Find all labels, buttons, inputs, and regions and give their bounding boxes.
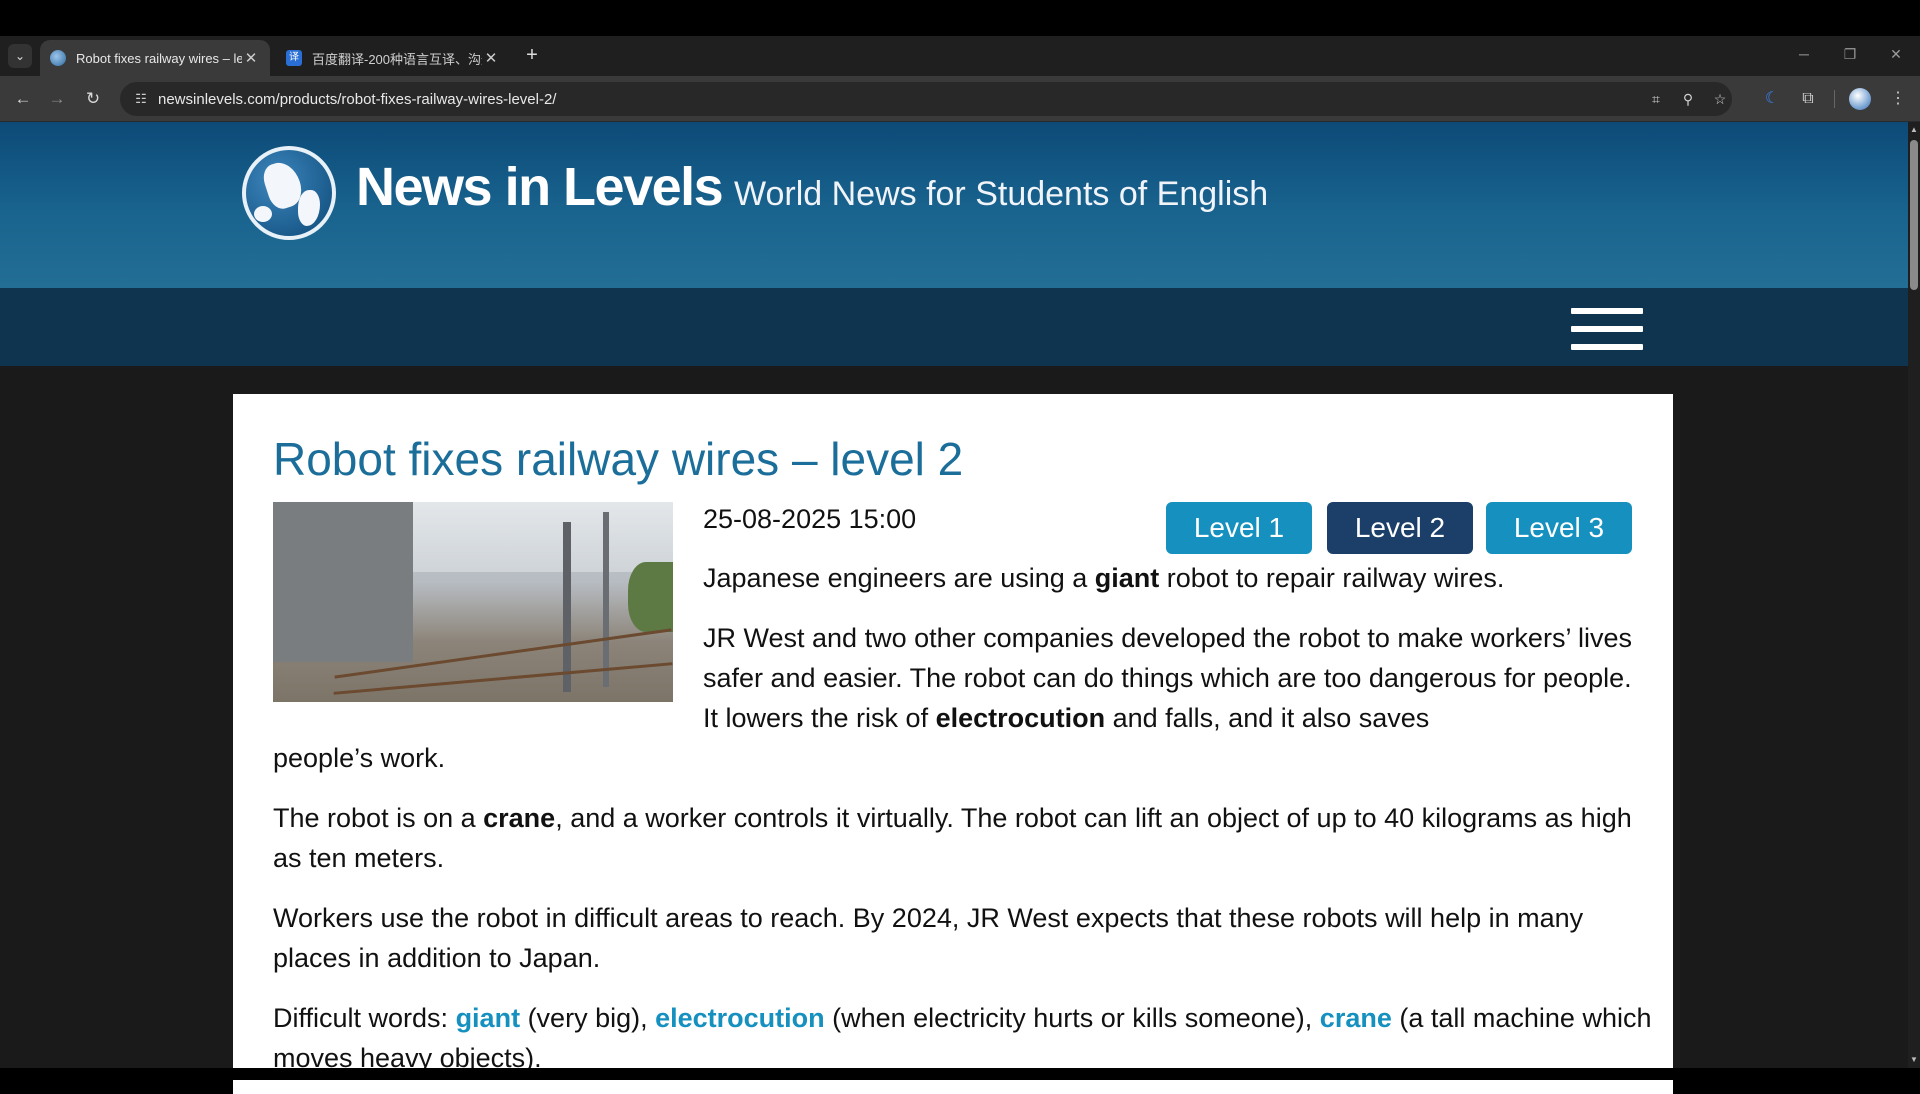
article-paragraph: Workers use the robot in difficult areas… <box>273 903 1584 973</box>
extensions-puzzle-icon[interactable]: ⧉ <box>1796 88 1820 110</box>
back-arrow-icon[interactable]: ← <box>10 86 36 112</box>
menu-kebab-icon[interactable]: ⋮ <box>1886 88 1910 110</box>
page-scrollbar[interactable]: ▲ ▼ <box>1908 122 1920 1068</box>
new-tab-plus-icon[interactable]: + <box>520 44 544 68</box>
article-date: 25-08-2025 15:00 <box>703 504 917 534</box>
toolbar-divider <box>1834 90 1835 108</box>
tab-title: Robot fixes railway wires – level <box>76 50 242 66</box>
reload-icon[interactable]: ↻ <box>80 86 106 112</box>
article-paragraph-continuation: people’s work. <box>273 743 446 773</box>
browser-toolbar: ← → ↻ ☷ newsinlevels.com/products/robot-… <box>0 76 1920 122</box>
translate-favicon-icon: 译 <box>286 50 302 66</box>
address-url[interactable]: newsinlevels.com/products/robot-fixes-ra… <box>158 91 556 108</box>
level-3-button[interactable]: Level 3 <box>1486 502 1632 554</box>
article-title: Robot fixes railway wires – level 2 <box>273 433 964 485</box>
tab-strip: ⌄ Robot fixes railway wires – level ✕ 译 … <box>0 36 1920 76</box>
main-navbar <box>0 288 1908 366</box>
level-1-button[interactable]: Level 1 <box>1166 502 1312 554</box>
site-info-icon[interactable]: ☷ <box>128 86 154 112</box>
difficult-word-link[interactable]: crane <box>1320 1003 1392 1033</box>
tab-search-icon[interactable]: ⌄ <box>8 44 32 68</box>
site-header: News in Levels World News for Students o… <box>0 122 1908 288</box>
minimize-icon[interactable]: ─ <box>1784 42 1824 66</box>
close-window-icon[interactable]: ✕ <box>1876 42 1916 66</box>
tab-title: 百度翻译-200种语言互译、沟通 <box>312 51 482 67</box>
scroll-up-arrow-icon[interactable]: ▲ <box>1908 124 1920 136</box>
difficult-word-link[interactable]: electrocution <box>655 1003 825 1033</box>
article-paragraph: JR West and two other companies develope… <box>703 623 1632 733</box>
level-2-button[interactable]: Level 2 <box>1327 502 1473 554</box>
globe-favicon-icon <box>50 50 66 66</box>
forward-arrow-icon[interactable]: → <box>44 86 70 112</box>
site-tagline: World News for Students of English <box>734 175 1269 213</box>
difficult-word-link[interactable]: giant <box>456 1003 521 1033</box>
difficult-words: Difficult words: giant (very big), elect… <box>273 1003 1652 1073</box>
screen-top-bar <box>0 0 1920 36</box>
globe-logo-icon[interactable] <box>242 146 336 240</box>
close-tab-icon[interactable]: ✕ <box>242 49 260 67</box>
restore-icon[interactable]: ❐ <box>1830 42 1870 66</box>
site-logo-text[interactable]: News in Levels <box>356 156 724 218</box>
hamburger-menu-icon[interactable] <box>1571 308 1643 350</box>
profile-avatar[interactable] <box>1849 88 1871 110</box>
close-tab-icon[interactable]: ✕ <box>482 49 500 67</box>
tab-active[interactable]: Robot fixes railway wires – level ✕ <box>40 40 270 76</box>
article-paragraph: Japanese engineers are using a giant rob… <box>703 563 1505 593</box>
scrollbar-thumb[interactable] <box>1910 140 1918 290</box>
bookmark-star-icon[interactable]: ☆ <box>1708 88 1732 110</box>
article-card: Robot fixes railway wires – level 2 25-0… <box>233 394 1673 1094</box>
screen-bottom-bar <box>0 1068 1920 1080</box>
dark-mode-moon-icon[interactable]: ☾ <box>1760 88 1784 110</box>
scroll-down-arrow-icon[interactable]: ▼ <box>1908 1054 1920 1066</box>
tab-inactive[interactable]: 译 百度翻译-200种语言互译、沟通 ✕ <box>276 40 510 76</box>
translate-icon[interactable]: ⌗ <box>1644 88 1668 110</box>
article-paragraph: The robot is on a crane, and a worker co… <box>273 803 1632 873</box>
article-image <box>273 502 673 702</box>
zoom-icon[interactable]: ⚲ <box>1676 88 1700 110</box>
address-bar[interactable]: ☷ newsinlevels.com/products/robot-fixes-… <box>120 82 1732 116</box>
